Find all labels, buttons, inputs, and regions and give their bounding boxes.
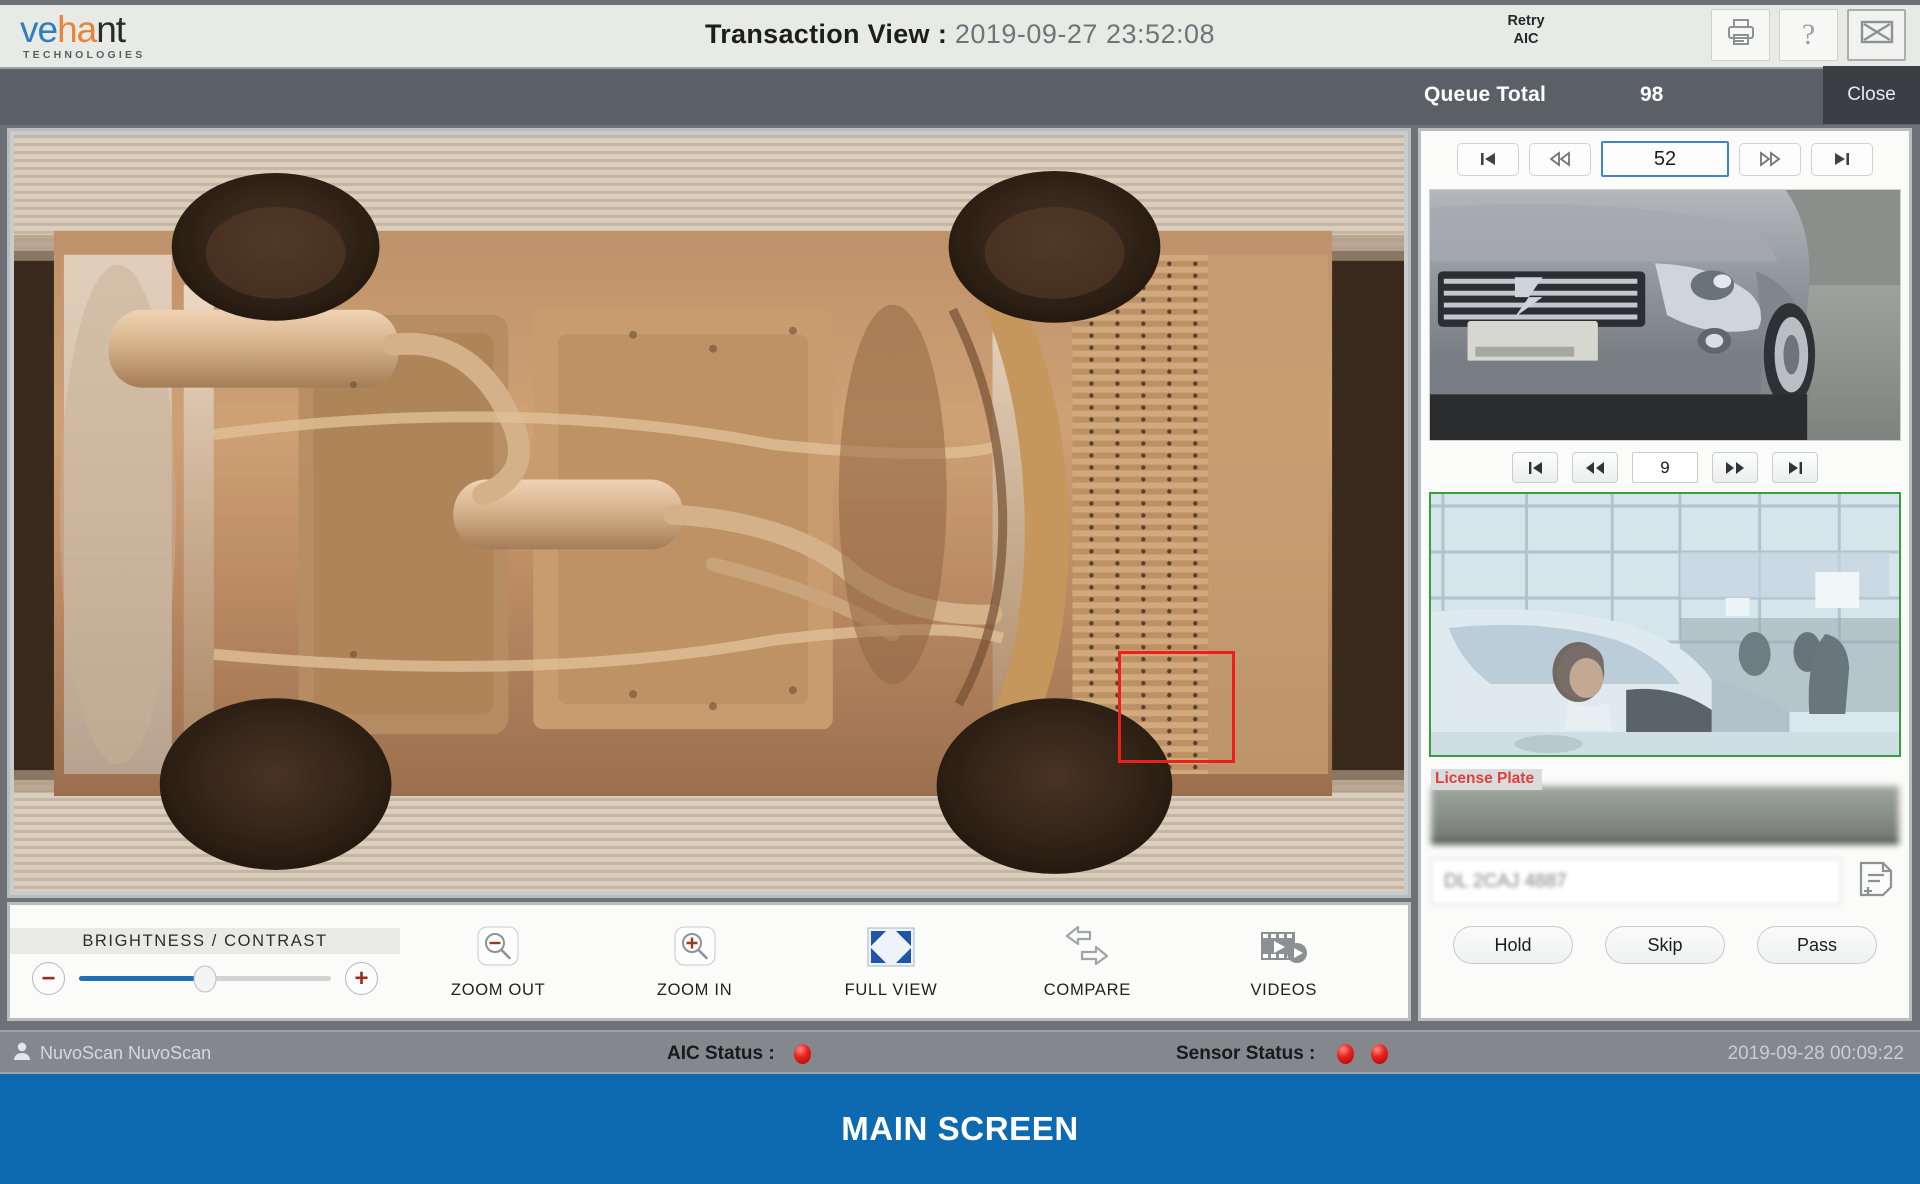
vehicle-last-button[interactable] [1772,452,1818,483]
zoom-in-button[interactable]: ZOOM IN [615,924,775,1000]
pass-button[interactable]: Pass [1757,926,1877,964]
aic-status-led [793,1043,811,1064]
close-window-button[interactable] [1847,8,1906,61]
compare-icon [1062,924,1112,970]
license-plate-input[interactable] [1431,858,1841,905]
add-note-button[interactable] [1853,859,1899,905]
driver-photo[interactable] [1429,492,1901,757]
videos-icon [1259,924,1309,970]
videos-button[interactable]: VIDEOS [1204,924,1364,1000]
page-title-separator: : [937,19,947,49]
logo-tagline: TECHNOLOGIES [23,49,146,62]
company-logo: vehant TECHNOLOGIES [8,8,228,66]
vehicle-navigation-row [1421,441,1909,492]
add-note-icon [1856,859,1896,904]
sensor-status: Sensor Status : [1176,1043,1388,1065]
full-view-button[interactable]: FULL VIEW [811,924,971,1000]
system-timestamp: 2019-09-28 00:09:22 [1727,1043,1904,1064]
image-next-button[interactable] [1739,142,1801,176]
image-first-button[interactable] [1457,142,1519,176]
logo-text-part2: ha [57,8,97,50]
license-plate-input-row [1431,858,1899,905]
page-title-label: Transaction View [704,19,930,49]
close-window-icon [1860,19,1894,50]
image-tools-toolbar: BRIGHTNESS / CONTRAST − + ZOOM OUT ZOOM … [7,902,1411,1021]
xray-underbody-render [14,135,1404,891]
image-last-button[interactable] [1811,142,1873,176]
print-icon [1726,18,1756,51]
zoom-out-button[interactable]: ZOOM OUT [418,924,578,1000]
retry-aic-line2: AIC [1513,30,1539,47]
help-icon: ? [1801,17,1816,51]
transaction-action-buttons: Hold Skip Pass [1421,926,1909,964]
user-icon [12,1041,32,1066]
status-bar: NuvoScan NuvoScan AIC Status : Sensor St… [0,1030,1920,1074]
toolbar-items: ZOOM OUT ZOOM IN FULL VIEW COMPARE VIDEO… [400,905,1408,1018]
aic-status-label: AIC Status : [667,1043,775,1064]
brightness-contrast-controls: − + [10,962,400,995]
vehicle-front-photo[interactable] [1429,189,1901,441]
brightness-contrast-group: BRIGHTNESS / CONTRAST − + [10,905,400,1018]
license-plate-section: License Plate [1431,769,1899,905]
license-plate-crop-image [1431,786,1899,844]
queue-bar: Queue Total 98 [0,69,1920,125]
zoom-out-icon [475,924,521,970]
sensor-status-label: Sensor Status : [1176,1043,1316,1064]
transaction-timestamp: 2019-09-27 23:52:08 [954,19,1216,49]
image-index-input[interactable] [1601,141,1729,177]
logged-in-user: NuvoScan NuvoScan [12,1041,211,1066]
page-title: Transaction View : 2019-09-27 23:52:08 [0,0,1920,69]
image-navigation-row [1421,131,1909,186]
brightness-decrease-button[interactable]: − [32,962,65,995]
zoom-out-label: ZOOM OUT [450,980,546,999]
brightness-contrast-slider[interactable] [79,965,331,992]
logo-text-part1: ve [20,8,58,50]
main-screen-label: MAIN SCREEN [841,1110,1079,1147]
brightness-contrast-label: BRIGHTNESS / CONTRAST [10,928,400,954]
user-name: NuvoScan NuvoScan [40,1043,212,1063]
image-previous-button[interactable] [1529,142,1591,176]
xray-image-panel[interactable] [7,128,1411,898]
print-button[interactable] [1711,8,1770,61]
application-window: vehant TECHNOLOGIES Transaction View : 2… [0,0,1920,1184]
brightness-increase-button[interactable]: + [345,962,378,995]
xray-scan-image[interactable] [14,135,1404,891]
zoom-in-icon [672,924,718,970]
aic-status: AIC Status : [667,1043,811,1065]
logo-text-part3: nt [96,8,126,50]
skip-button[interactable]: Skip [1605,926,1725,964]
vehicle-front-image-render [1430,190,1900,440]
header-icon-group: ? [1711,5,1906,64]
sensor-status-led-2 [1370,1043,1388,1064]
queue-total-label: Queue Total [1424,83,1546,106]
retry-aic-button[interactable]: Retry AIC [1478,13,1574,48]
vehicle-next-button[interactable] [1712,452,1758,483]
videos-label: VIDEOS [1250,980,1318,999]
hold-button[interactable]: Hold [1453,926,1573,964]
vehicle-previous-button[interactable] [1572,452,1618,483]
license-plate-label: License Plate [1431,769,1543,790]
sensor-status-led-1 [1336,1043,1354,1064]
driver-image-render [1431,494,1899,755]
full-view-icon [867,924,915,970]
full-view-label: FULL VIEW [844,980,938,999]
logo-wordmark: vehant [20,11,228,48]
transaction-side-panel: License Plate Hold Sk [1418,128,1912,1021]
top-header-bar: vehant TECHNOLOGIES Transaction View : 2… [0,0,1920,69]
close-button[interactable]: Close [1823,66,1920,124]
compare-button[interactable]: COMPARE [1007,924,1167,1000]
threat-detection-box[interactable] [1118,651,1235,763]
help-button[interactable]: ? [1779,8,1838,61]
zoom-in-label: ZOOM IN [656,980,733,999]
vehicle-first-button[interactable] [1512,452,1558,483]
queue-total-value: 98 [1640,83,1664,106]
compare-label: COMPARE [1043,980,1131,999]
retry-aic-line1: Retry [1507,13,1545,29]
vehicle-index-input[interactable] [1632,452,1698,483]
main-screen-footer[interactable]: MAIN SCREEN [0,1074,1920,1184]
slider-handle[interactable] [193,965,217,992]
slider-fill [79,976,205,981]
